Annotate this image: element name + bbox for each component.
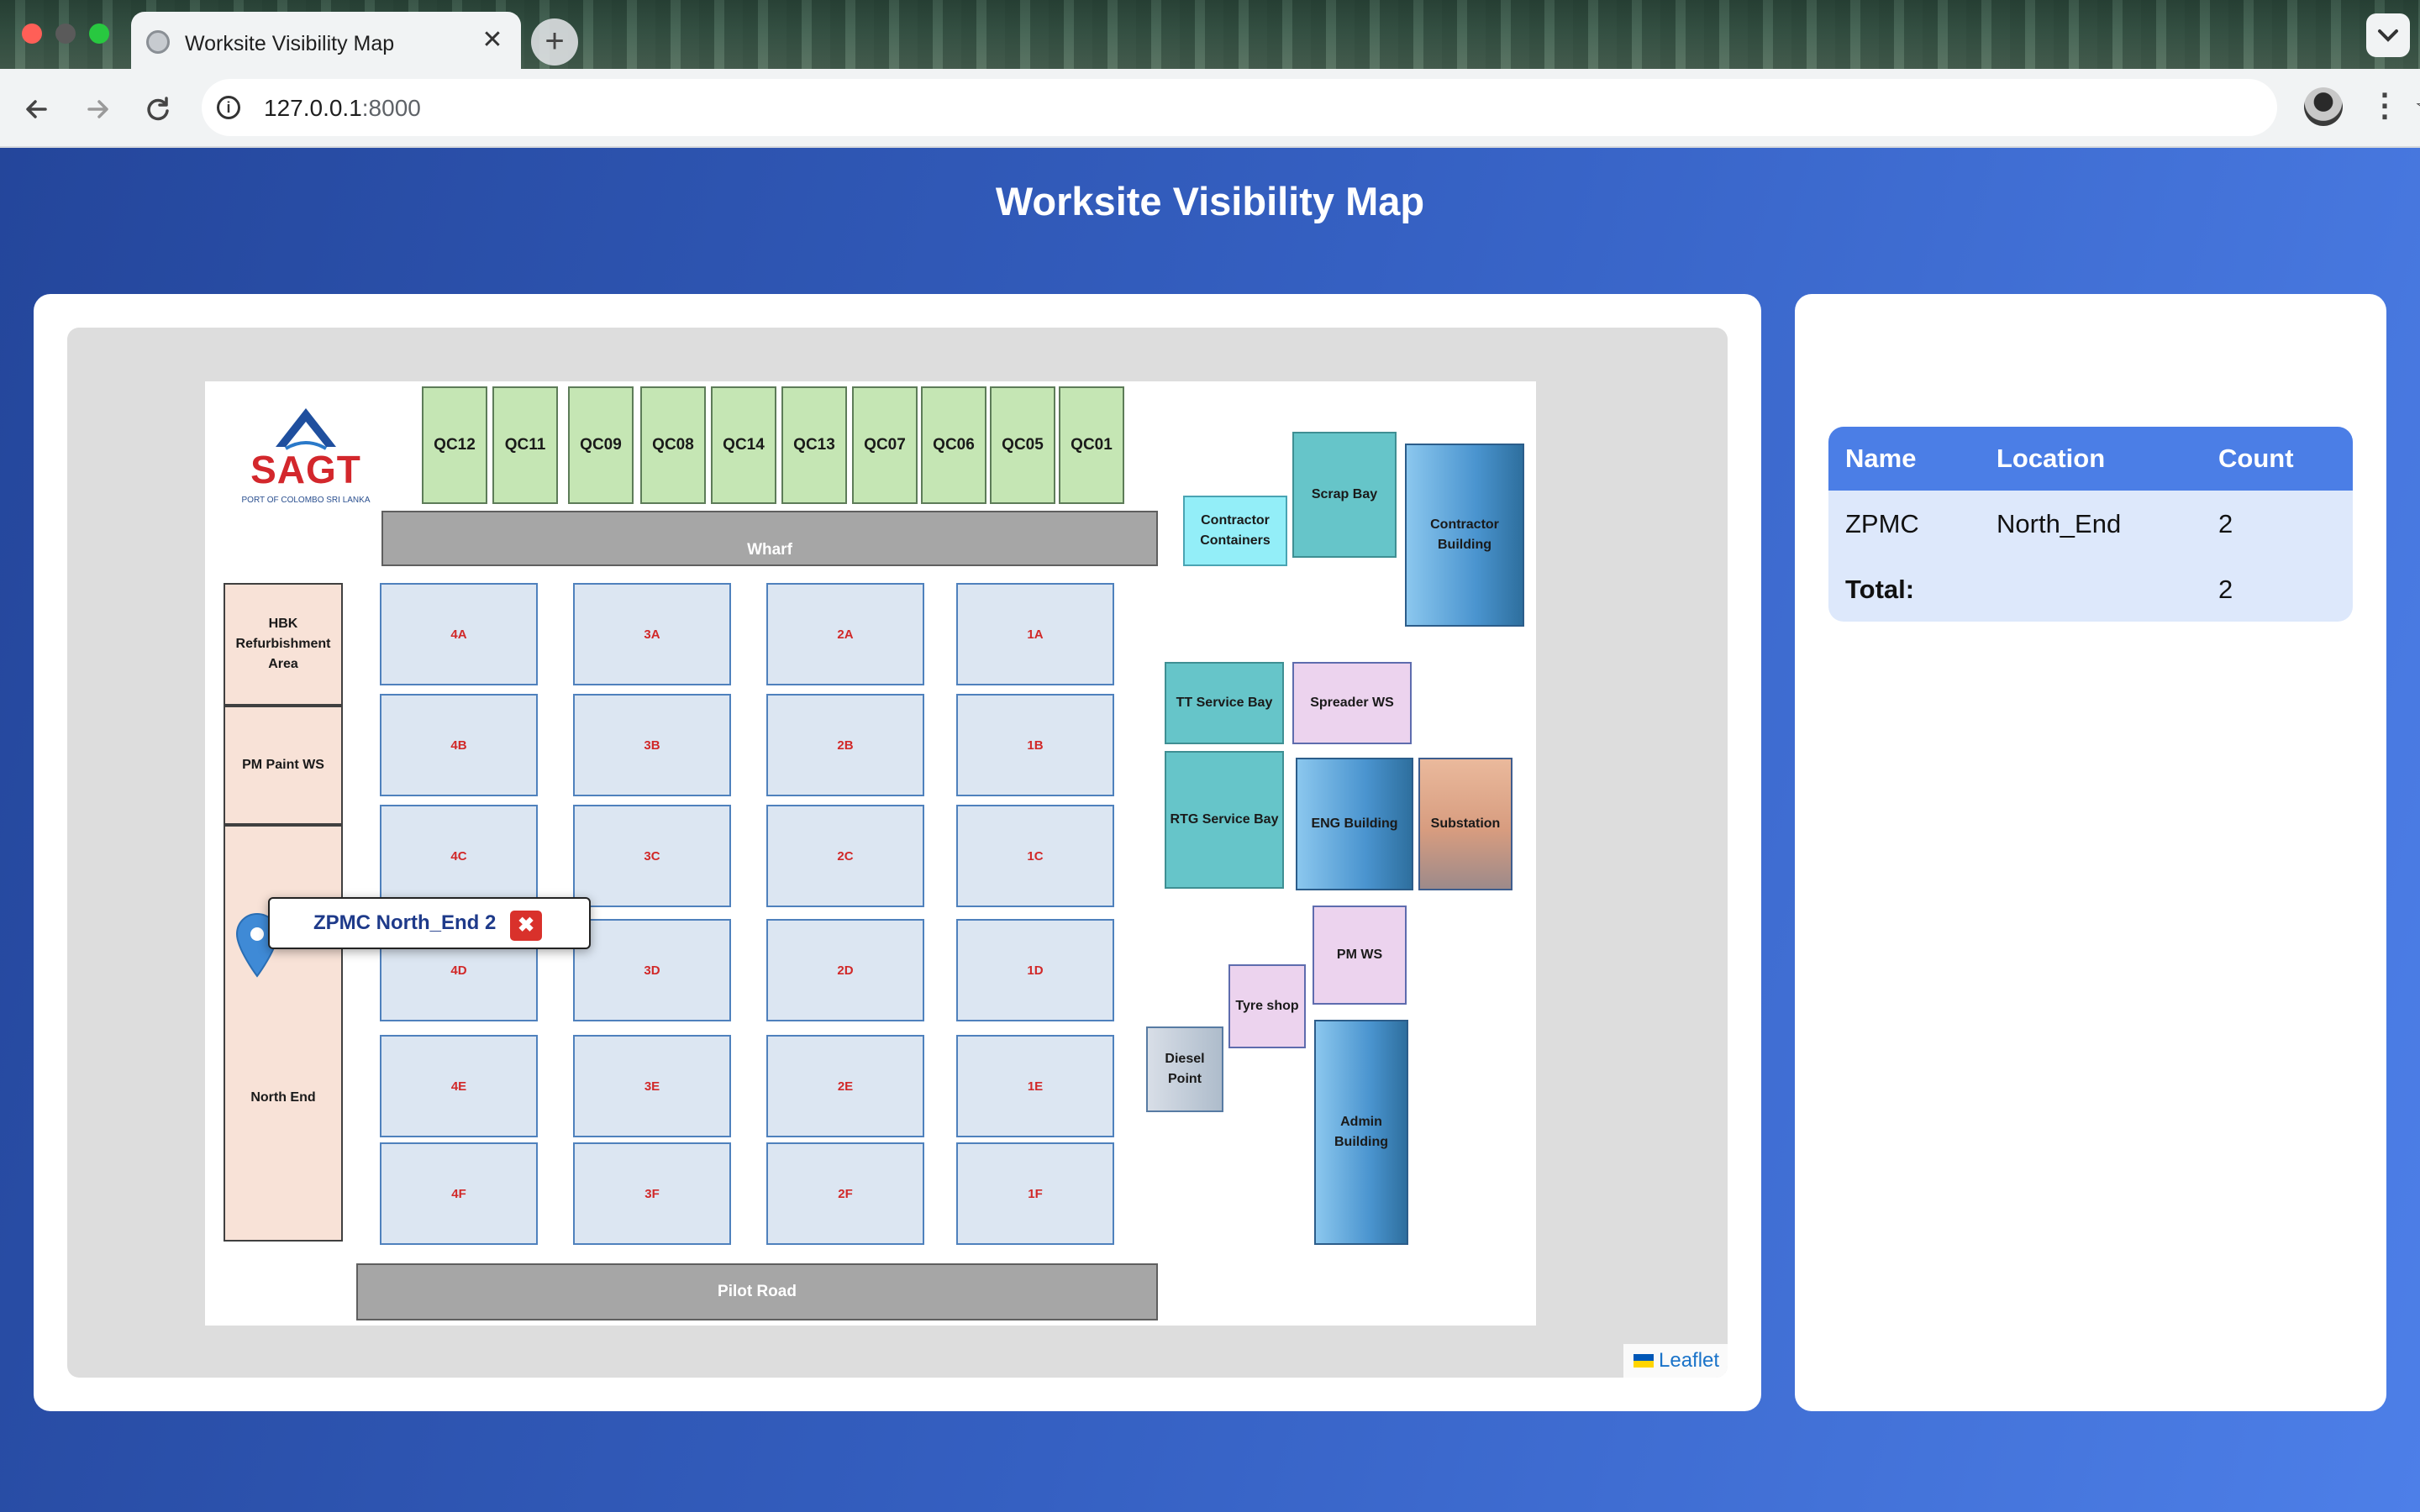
info-icon[interactable]: i [217, 96, 240, 119]
close-icon[interactable]: ✕ [479, 27, 506, 54]
bay-block[interactable]: 2D [766, 919, 924, 1021]
qc-block[interactable]: QC12 [422, 386, 487, 504]
column-header-name[interactable]: Name [1845, 444, 1916, 474]
reload-icon [147, 97, 169, 121]
map-attribution[interactable]: Leaflet [1623, 1344, 1728, 1378]
back-button[interactable] [20, 92, 54, 126]
area-scrap-bay[interactable]: Scrap Bay [1292, 432, 1397, 558]
new-tab-button[interactable]: + [531, 18, 578, 66]
logo-text: SAGT [250, 448, 361, 491]
area-substation[interactable]: Substation [1418, 758, 1512, 890]
close-window-button[interactable] [22, 24, 42, 44]
bay-block[interactable]: 2F [766, 1142, 924, 1245]
tab-title: Worksite Visibility Map [185, 32, 395, 55]
bay-block[interactable]: 2A [766, 583, 924, 685]
kebab-menu-icon[interactable]: ⋮ [2368, 87, 2402, 128]
bay-block[interactable]: 2E [766, 1035, 924, 1137]
total-label: Total: [1845, 575, 1915, 604]
cell-name: ZPMC [1845, 509, 1919, 538]
qc-block[interactable]: QC13 [781, 386, 847, 504]
url-text: 127.0.0.1:8000 [264, 95, 421, 121]
bay-block[interactable]: 2B [766, 694, 924, 796]
map-container[interactable]: SAGT PORT OF COLOMBO SRI LANKA QC12 QC11… [67, 328, 1728, 1378]
column-header-count[interactable]: Count [2218, 444, 2294, 474]
qc-block[interactable]: QC07 [852, 386, 918, 504]
globe-icon [146, 30, 170, 54]
qc-block[interactable]: QC01 [1059, 386, 1124, 504]
table-header: Name Location Count [1828, 427, 2353, 491]
page-body: Worksite Visibility Map SAGT PORT OF COL… [0, 148, 2420, 1512]
popup-close-button[interactable]: ✖ [510, 911, 542, 941]
logo-roof-icon [276, 408, 336, 450]
qc-block[interactable]: QC08 [640, 386, 706, 504]
total-value: 2 [2218, 575, 2233, 604]
ukraine-flag-icon [1634, 1354, 1654, 1368]
area-contractor-building[interactable]: Contractor Building [1405, 444, 1524, 627]
reload-button[interactable] [141, 92, 175, 126]
area-hbk-refurbishment[interactable]: HBK Refurbishment Area [224, 583, 343, 706]
area-contractor-containers[interactable]: Contractor Containers [1183, 496, 1287, 566]
bay-block[interactable]: 4F [380, 1142, 538, 1245]
bay-block[interactable]: 1C [956, 805, 1114, 907]
bay-block[interactable]: 1D [956, 919, 1114, 1021]
qc-block[interactable]: QC09 [568, 386, 634, 504]
worksite-floor-plan: SAGT PORT OF COLOMBO SRI LANKA QC12 QC11… [205, 381, 1536, 1326]
area-diesel-point[interactable]: Diesel Point [1146, 1026, 1223, 1112]
column-header-location[interactable]: Location [1996, 444, 2105, 474]
bay-block[interactable]: 3B [573, 694, 731, 796]
bay-block[interactable]: 3E [573, 1035, 731, 1137]
bay-block[interactable]: 4B [380, 694, 538, 796]
area-tyre-shop[interactable]: Tyre shop [1228, 964, 1306, 1048]
cell-count: 2 [2218, 509, 2233, 538]
bay-block[interactable]: 1B [956, 694, 1114, 796]
bay-block[interactable]: 1E [956, 1035, 1114, 1137]
forward-icon [87, 100, 108, 118]
browser-tab[interactable]: Worksite Visibility Map ✕ [131, 12, 521, 69]
browser-toolbar: i 127.0.0.1:8000 ☆ ⋮ [0, 69, 2420, 148]
cell-location: North_End [1996, 509, 2122, 538]
pilot-road[interactable]: Pilot Road [356, 1263, 1158, 1320]
area-rtg-service-bay[interactable]: RTG Service Bay [1165, 751, 1284, 889]
maximize-window-button[interactable] [89, 24, 109, 44]
area-pm-paint-ws[interactable]: PM Paint WS [224, 706, 343, 825]
back-icon [26, 100, 47, 118]
bay-block[interactable]: 4C [380, 805, 538, 907]
bay-block[interactable]: 3F [573, 1142, 731, 1245]
area-spreader-ws[interactable]: Spreader WS [1292, 662, 1412, 744]
qc-block[interactable]: QC05 [990, 386, 1055, 504]
area-north-end[interactable]: North End [224, 825, 343, 1242]
wharf[interactable]: Wharf [381, 511, 1158, 566]
tab-search-button[interactable] [2366, 13, 2410, 57]
avatar[interactable] [2304, 87, 2343, 126]
area-eng-building[interactable]: ENG Building [1296, 758, 1413, 890]
sagt-logo: SAGT PORT OF COLOMBO SRI LANKA [239, 402, 373, 505]
area-admin-building[interactable]: Admin Building [1314, 1020, 1408, 1245]
bay-block[interactable]: 4E [380, 1035, 538, 1137]
map-card: SAGT PORT OF COLOMBO SRI LANKA QC12 QC11… [34, 294, 1761, 1411]
marker-popup: ZPMC North_End 2 ✖ [268, 897, 591, 949]
bay-block[interactable]: 3D [573, 919, 731, 1021]
minimize-window-button[interactable] [55, 24, 76, 44]
bay-block[interactable]: 2C [766, 805, 924, 907]
summary-card: Name Location Count ZPMC North_End 2 Tot… [1795, 294, 2386, 1411]
forward-button[interactable] [81, 92, 114, 126]
bay-block[interactable]: 3C [573, 805, 731, 907]
area-tt-service-bay[interactable]: TT Service Bay [1165, 662, 1284, 744]
page-title: Worksite Visibility Map [995, 179, 1425, 223]
summary-table: Name Location Count ZPMC North_End 2 Tot… [1828, 427, 2353, 622]
star-icon[interactable]: ☆ [2410, 89, 2420, 126]
bay-block[interactable]: 1F [956, 1142, 1114, 1245]
bay-block[interactable]: 1A [956, 583, 1114, 685]
logo-subtitle: PORT OF COLOMBO SRI LANKA [241, 496, 371, 505]
chevron-down-icon [2378, 29, 2398, 42]
qc-block[interactable]: QC14 [711, 386, 776, 504]
popup-text: ZPMC North_End 2 [313, 911, 497, 934]
qc-block[interactable]: QC06 [921, 386, 986, 504]
address-bar[interactable]: i 127.0.0.1:8000 ☆ [202, 79, 2420, 136]
attribution-link[interactable]: Leaflet [1659, 1349, 1719, 1372]
qc-block[interactable]: QC11 [492, 386, 558, 504]
area-pm-ws[interactable]: PM WS [1313, 906, 1407, 1005]
bay-block[interactable]: 3A [573, 583, 731, 685]
bay-block[interactable]: 4A [380, 583, 538, 685]
